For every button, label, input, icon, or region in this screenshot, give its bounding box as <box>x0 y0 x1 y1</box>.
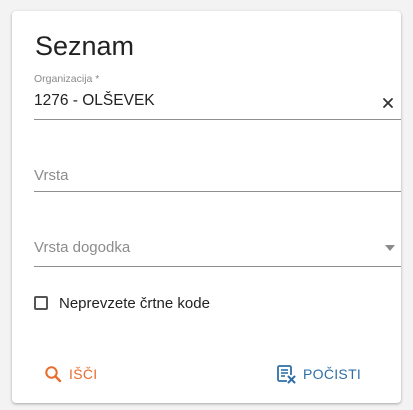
organizacija-value[interactable]: 1276 - OLŠEVEK <box>34 92 155 110</box>
vrsta-placeholder: Vrsta <box>34 167 69 184</box>
vrsta-field[interactable]: Vrsta <box>34 161 401 201</box>
search-button[interactable]: IŠČI <box>44 361 97 387</box>
clear-list-icon <box>277 365 296 384</box>
arrow-drop-down-icon[interactable] <box>383 244 397 252</box>
card-title: Seznam <box>35 31 135 61</box>
organizacija-label: Organizacija * <box>34 73 100 85</box>
clear-button[interactable]: POČISTI <box>276 361 361 387</box>
neprevzete-checkbox[interactable] <box>34 296 48 310</box>
neprevzete-checkbox-label: Neprevzete črtne kode <box>59 294 210 312</box>
neprevzete-checkbox-row[interactable]: Neprevzete črtne kode <box>34 293 210 313</box>
search-card: Seznam Organizacija * 1276 - OLŠEVEK Vrs… <box>12 11 401 403</box>
search-icon <box>45 366 62 383</box>
vrsta-dogodka-placeholder: Vrsta dogodka <box>34 239 131 256</box>
organizacija-underline <box>34 119 401 120</box>
vrsta-dogodka-underline <box>34 266 401 267</box>
organizacija-field[interactable]: Organizacija * 1276 - OLŠEVEK <box>34 73 401 133</box>
clear-button-label: POČISTI <box>303 366 362 382</box>
close-icon[interactable] <box>381 96 395 110</box>
search-button-label: IŠČI <box>69 366 98 382</box>
vrsta-underline <box>34 191 401 192</box>
vrsta-dogodka-select[interactable]: Vrsta dogodka <box>34 233 401 273</box>
